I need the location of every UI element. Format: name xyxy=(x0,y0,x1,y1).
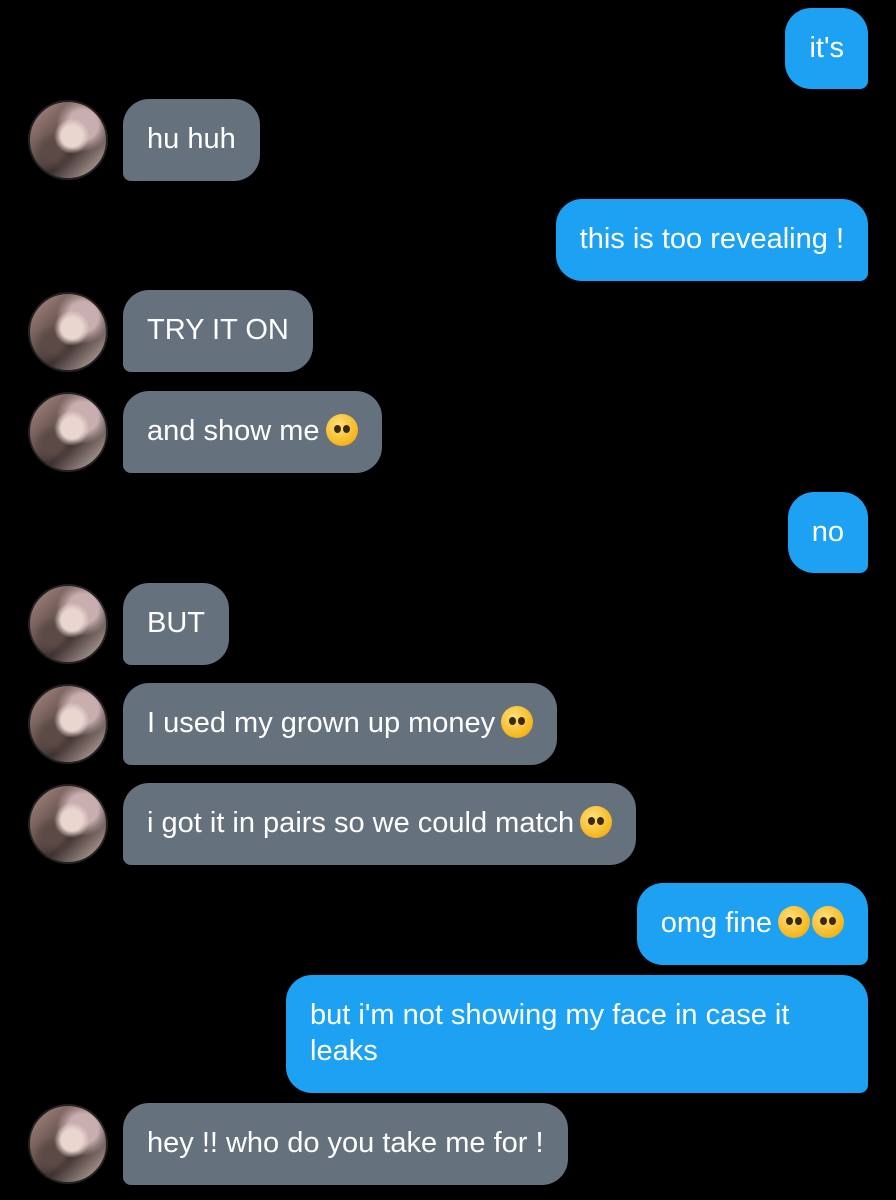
message-bubble-received[interactable]: i got it in pairs so we could match xyxy=(123,783,637,865)
avatar[interactable] xyxy=(28,292,108,372)
message-bubble-received[interactable]: hey !! who do you take me for ! xyxy=(123,1103,568,1185)
message-bubble-received[interactable]: I used my grown up money xyxy=(123,683,558,765)
avatar[interactable] xyxy=(28,392,108,472)
message-text: and show me xyxy=(147,415,320,447)
message-bubble-sent[interactable]: but i'm not showing my face in case it l… xyxy=(286,975,868,1093)
message-text: it's xyxy=(809,32,844,64)
message-bubble-sent[interactable]: no xyxy=(787,492,868,573)
message-text: BUT xyxy=(147,607,205,639)
avatar[interactable] xyxy=(28,584,108,664)
message-text: omg fine xyxy=(660,907,772,939)
message-text: hu huh xyxy=(147,123,236,155)
pleading-face-icon xyxy=(501,706,534,738)
message-bubble-received[interactable]: and show me xyxy=(123,391,382,473)
smirking-face-icon xyxy=(325,414,358,446)
message-bubble-received[interactable]: BUT xyxy=(123,583,229,665)
message-bubble-sent[interactable]: this is too revealing ! xyxy=(555,199,868,281)
message-text: TRY IT ON xyxy=(147,314,289,346)
message-text: i got it in pairs so we could match xyxy=(147,807,575,839)
loudly-crying-face-icon xyxy=(778,906,810,938)
message-text: but i'm not showing my face in case it l… xyxy=(310,999,790,1067)
avatar[interactable] xyxy=(28,1104,108,1184)
message-bubble-received[interactable]: TRY IT ON xyxy=(123,290,313,372)
avatar[interactable] xyxy=(28,100,108,180)
message-bubble-sent[interactable]: it's xyxy=(785,8,868,89)
message-text: this is too revealing ! xyxy=(579,223,844,255)
message-text: no xyxy=(811,516,844,548)
message-text: hey !! who do you take me for ! xyxy=(147,1127,544,1159)
loudly-crying-face-icon xyxy=(812,906,844,938)
avatar[interactable] xyxy=(28,684,108,764)
message-bubble-received[interactable]: hu huh xyxy=(123,99,260,181)
pleading-face-icon xyxy=(580,806,613,838)
message-bubble-sent[interactable]: omg fine xyxy=(636,883,868,965)
avatar[interactable] xyxy=(28,784,108,864)
message-text: I used my grown up money xyxy=(147,707,496,739)
